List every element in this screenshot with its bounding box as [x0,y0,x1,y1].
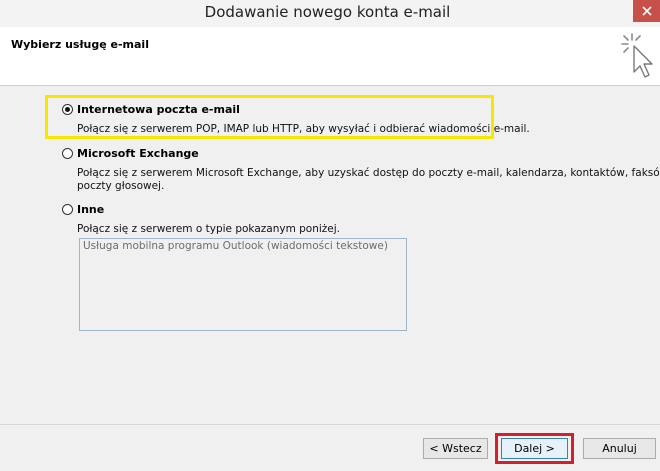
radio-microsoft-exchange[interactable] [62,148,73,159]
window-title: Dodawanie nowego konta e-mail [204,3,451,21]
footer-divider [0,424,660,425]
radio-internet-email[interactable] [62,104,73,115]
close-button[interactable] [633,0,660,22]
list-item[interactable]: Usługa mobilna programu Outlook (wiadomo… [83,240,388,252]
option-internet-email-description: Połącz się z serwerem POP, IMAP lub HTTP… [77,123,530,135]
option-exchange-description-line2: poczty głosowej. [77,180,165,192]
option-other-description: Połącz się z serwerem o typie pokazanym … [77,223,341,235]
option-exchange-description-line1: Połącz się z serwerem Microsoft Exchange… [77,167,660,179]
option-other-label[interactable]: Inne [77,203,104,216]
cancel-button[interactable]: Anuluj [583,438,656,459]
next-button-highlight [495,433,574,464]
back-button[interactable]: < Wstecz [423,438,488,459]
wizard-header: Wybierz usługę e-mail [0,27,660,86]
radio-other[interactable] [62,204,73,215]
option-exchange-label[interactable]: Microsoft Exchange [77,147,199,160]
option-internet-email-label[interactable]: Internetowa poczta e-mail [77,103,240,116]
close-icon [642,6,652,16]
title-bar: Dodawanie nowego konta e-mail [0,0,660,27]
service-type-list[interactable]: Usługa mobilna programu Outlook (wiadomo… [79,238,407,331]
click-cursor-icon [620,32,656,83]
page-title: Wybierz usługę e-mail [11,38,149,51]
